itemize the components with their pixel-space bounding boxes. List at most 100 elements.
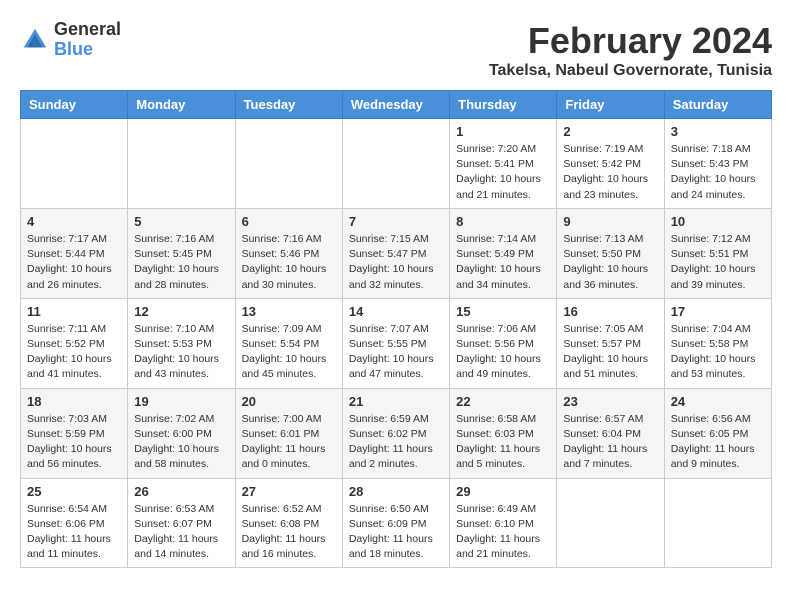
- calendar-cell: 1 Sunrise: 7:20 AMSunset: 5:41 PMDaylight…: [450, 119, 557, 209]
- calendar-cell: 25Sunrise: 6:54 AMSunset: 6:06 PMDayligh…: [21, 478, 128, 568]
- calendar-week-row: 18 Sunrise: 7:03 AMSunset: 5:59 PMDayligh…: [21, 388, 772, 478]
- day-info: Sunrise: 6:57 AMSunset: 6:04 PMDaylight:…: [563, 412, 657, 473]
- day-info: Sunrise: 6:59 AMSunset: 6:02 PMDaylight:…: [349, 412, 443, 473]
- day-info: Sunrise: 7:10 AMSunset: 5:53 PMDaylight:…: [134, 322, 228, 383]
- calendar-cell: 2 Sunrise: 7:19 AMSunset: 5:42 PMDaylight…: [557, 119, 664, 209]
- day-number: 7: [349, 214, 443, 229]
- calendar-cell: [557, 478, 664, 568]
- day-info: Sunrise: 7:00 AMSunset: 6:01 PMDaylight:…: [242, 412, 336, 473]
- calendar-cell: [664, 478, 771, 568]
- calendar-cell: 20 Sunrise: 7:00 AMSunset: 6:01 PMDayligh…: [235, 388, 342, 478]
- day-info: Sunrise: 7:19 AMSunset: 5:42 PMDaylight:…: [563, 142, 657, 203]
- day-number: 16: [563, 304, 657, 319]
- day-number: 4: [27, 214, 121, 229]
- day-number: 28: [349, 484, 443, 499]
- logo-icon: [20, 25, 50, 55]
- calendar-header-saturday: Saturday: [664, 91, 771, 119]
- day-number: 23: [563, 394, 657, 409]
- calendar-cell: 27Sunrise: 6:52 AMSunset: 6:08 PMDayligh…: [235, 478, 342, 568]
- calendar-cell: 4 Sunrise: 7:17 AMSunset: 5:44 PMDaylight…: [21, 208, 128, 298]
- day-info: Sunrise: 6:50 AMSunset: 6:09 PMDaylight:…: [349, 502, 443, 563]
- day-info: Sunrise: 6:58 AMSunset: 6:03 PMDaylight:…: [456, 412, 550, 473]
- title-block: February 2024 Takelsa, Nabeul Governorat…: [489, 20, 772, 80]
- day-number: 24: [671, 394, 765, 409]
- calendar-header-thursday: Thursday: [450, 91, 557, 119]
- calendar-cell: [21, 119, 128, 209]
- month-title: February 2024: [489, 20, 772, 62]
- calendar-cell: 8 Sunrise: 7:14 AMSunset: 5:49 PMDaylight…: [450, 208, 557, 298]
- calendar-header-friday: Friday: [557, 91, 664, 119]
- day-number: 6: [242, 214, 336, 229]
- calendar-cell: [342, 119, 449, 209]
- calendar-cell: 12 Sunrise: 7:10 AMSunset: 5:53 PMDayligh…: [128, 298, 235, 388]
- day-info: Sunrise: 7:07 AMSunset: 5:55 PMDaylight:…: [349, 322, 443, 383]
- day-info: Sunrise: 7:14 AMSunset: 5:49 PMDaylight:…: [456, 232, 550, 293]
- day-number: 9: [563, 214, 657, 229]
- day-info: Sunrise: 7:11 AMSunset: 5:52 PMDaylight:…: [27, 322, 121, 383]
- day-number: 12: [134, 304, 228, 319]
- day-number: 2: [563, 124, 657, 139]
- day-info: Sunrise: 7:16 AMSunset: 5:45 PMDaylight:…: [134, 232, 228, 293]
- calendar-week-row: 1 Sunrise: 7:20 AMSunset: 5:41 PMDaylight…: [21, 119, 772, 209]
- calendar-header-tuesday: Tuesday: [235, 91, 342, 119]
- calendar-cell: 11 Sunrise: 7:11 AMSunset: 5:52 PMDayligh…: [21, 298, 128, 388]
- calendar-header-wednesday: Wednesday: [342, 91, 449, 119]
- logo: General Blue: [20, 20, 121, 60]
- calendar-week-row: 25Sunrise: 6:54 AMSunset: 6:06 PMDayligh…: [21, 478, 772, 568]
- calendar-cell: 24 Sunrise: 6:56 AMSunset: 6:05 PMDayligh…: [664, 388, 771, 478]
- day-number: 3: [671, 124, 765, 139]
- calendar-cell: 14 Sunrise: 7:07 AMSunset: 5:55 PMDayligh…: [342, 298, 449, 388]
- day-info: Sunrise: 7:06 AMSunset: 5:56 PMDaylight:…: [456, 322, 550, 383]
- day-number: 13: [242, 304, 336, 319]
- day-number: 8: [456, 214, 550, 229]
- day-info: Sunrise: 7:09 AMSunset: 5:54 PMDaylight:…: [242, 322, 336, 383]
- day-number: 18: [27, 394, 121, 409]
- day-info: Sunrise: 7:04 AMSunset: 5:58 PMDaylight:…: [671, 322, 765, 383]
- day-number: 26: [134, 484, 228, 499]
- day-number: 27: [242, 484, 336, 499]
- day-info: Sunrise: 6:56 AMSunset: 6:05 PMDaylight:…: [671, 412, 765, 473]
- day-number: 29: [456, 484, 550, 499]
- calendar-cell: 21Sunrise: 6:59 AMSunset: 6:02 PMDayligh…: [342, 388, 449, 478]
- calendar-cell: 26Sunrise: 6:53 AMSunset: 6:07 PMDayligh…: [128, 478, 235, 568]
- calendar-cell: 13 Sunrise: 7:09 AMSunset: 5:54 PMDayligh…: [235, 298, 342, 388]
- calendar-cell: 5Sunrise: 7:16 AMSunset: 5:45 PMDaylight…: [128, 208, 235, 298]
- calendar-cell: 18 Sunrise: 7:03 AMSunset: 5:59 PMDayligh…: [21, 388, 128, 478]
- calendar-cell: 23 Sunrise: 6:57 AMSunset: 6:04 PMDayligh…: [557, 388, 664, 478]
- calendar-cell: [128, 119, 235, 209]
- day-info: Sunrise: 7:12 AMSunset: 5:51 PMDaylight:…: [671, 232, 765, 293]
- calendar-cell: [235, 119, 342, 209]
- day-info: Sunrise: 7:18 AMSunset: 5:43 PMDaylight:…: [671, 142, 765, 203]
- calendar-cell: 19 Sunrise: 7:02 AMSunset: 6:00 PMDayligh…: [128, 388, 235, 478]
- day-info: Sunrise: 7:17 AMSunset: 5:44 PMDaylight:…: [27, 232, 121, 293]
- day-info: Sunrise: 7:03 AMSunset: 5:59 PMDaylight:…: [27, 412, 121, 473]
- calendar-header-sunday: Sunday: [21, 91, 128, 119]
- calendar-header-row: SundayMondayTuesdayWednesdayThursdayFrid…: [21, 91, 772, 119]
- calendar-week-row: 11 Sunrise: 7:11 AMSunset: 5:52 PMDayligh…: [21, 298, 772, 388]
- day-number: 11: [27, 304, 121, 319]
- day-number: 25: [27, 484, 121, 499]
- calendar-cell: 3 Sunrise: 7:18 AMSunset: 5:43 PMDaylight…: [664, 119, 771, 209]
- day-number: 10: [671, 214, 765, 229]
- calendar-week-row: 4 Sunrise: 7:17 AMSunset: 5:44 PMDaylight…: [21, 208, 772, 298]
- calendar-cell: 15 Sunrise: 7:06 AMSunset: 5:56 PMDayligh…: [450, 298, 557, 388]
- day-info: Sunrise: 7:16 AMSunset: 5:46 PMDaylight:…: [242, 232, 336, 293]
- day-number: 1: [456, 124, 550, 139]
- day-number: 15: [456, 304, 550, 319]
- page-header: General Blue February 2024 Takelsa, Nabe…: [20, 20, 772, 80]
- calendar-cell: 10 Sunrise: 7:12 AMSunset: 5:51 PMDayligh…: [664, 208, 771, 298]
- calendar-cell: 16Sunrise: 7:05 AMSunset: 5:57 PMDayligh…: [557, 298, 664, 388]
- calendar-cell: 7 Sunrise: 7:15 AMSunset: 5:47 PMDaylight…: [342, 208, 449, 298]
- day-info: Sunrise: 7:13 AMSunset: 5:50 PMDaylight:…: [563, 232, 657, 293]
- day-info: Sunrise: 7:02 AMSunset: 6:00 PMDaylight:…: [134, 412, 228, 473]
- day-info: Sunrise: 6:49 AMSunset: 6:10 PMDaylight:…: [456, 502, 550, 563]
- day-number: 14: [349, 304, 443, 319]
- day-info: Sunrise: 7:20 AMSunset: 5:41 PMDaylight:…: [456, 142, 550, 203]
- calendar-cell: 29 Sunrise: 6:49 AMSunset: 6:10 PMDayligh…: [450, 478, 557, 568]
- calendar-table: SundayMondayTuesdayWednesdayThursdayFrid…: [20, 90, 772, 568]
- logo-blue-text: Blue: [54, 40, 121, 60]
- location-title: Takelsa, Nabeul Governorate, Tunisia: [489, 62, 772, 80]
- day-info: Sunrise: 7:15 AMSunset: 5:47 PMDaylight:…: [349, 232, 443, 293]
- day-number: 19: [134, 394, 228, 409]
- day-number: 20: [242, 394, 336, 409]
